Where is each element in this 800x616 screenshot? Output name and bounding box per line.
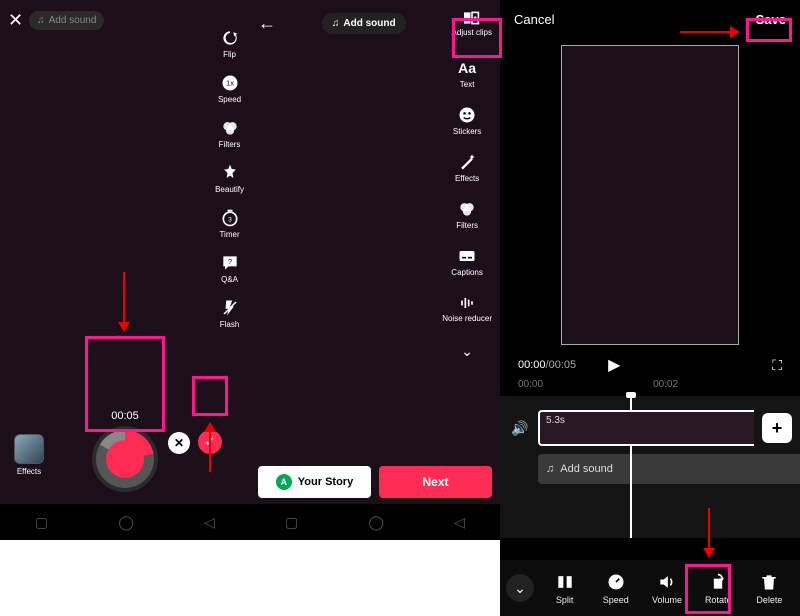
nav-recent-icon[interactable]: ▢: [35, 514, 48, 531]
nav-back-icon[interactable]: ◁: [454, 514, 465, 531]
time-current: 00:00: [518, 359, 546, 371]
delete-button[interactable]: Delete: [745, 572, 794, 605]
android-navbar: ▢ ◯ ◁: [250, 504, 500, 540]
effects-icon: [457, 152, 477, 172]
nav-recent-icon[interactable]: ▢: [285, 514, 298, 531]
qa-icon: ?: [220, 253, 240, 273]
ruler-tick: 00:00: [518, 379, 543, 390]
speed-icon: 1x: [220, 73, 240, 93]
rotate-button[interactable]: Rotate: [694, 572, 743, 605]
beautify-icon: [220, 163, 240, 183]
record-timer: 00:05: [111, 410, 139, 422]
save-button[interactable]: Save: [756, 12, 786, 27]
split-icon: [555, 572, 575, 592]
add-sound-button[interactable]: ♫ Add sound: [29, 11, 104, 30]
volume-button[interactable]: Volume: [642, 572, 691, 605]
close-icon[interactable]: ✕: [8, 10, 23, 31]
filters-icon: [457, 199, 477, 219]
avatar: A: [276, 474, 292, 490]
add-sound-track[interactable]: ♫ Add sound: [538, 454, 800, 484]
next-button[interactable]: Next: [379, 466, 492, 498]
edit-screen: ← ♫ Add sound Adjust clips Aa Text Stick…: [250, 0, 500, 540]
flip-button[interactable]: Flip: [220, 28, 240, 59]
cancel-button[interactable]: Cancel: [514, 12, 554, 27]
volume-icon[interactable]: 🔊: [510, 420, 530, 437]
captions-icon: [457, 246, 477, 266]
record-screen: ✕ ♫ Add sound Flip 1x Speed Filters Beau…: [0, 0, 250, 540]
text-button[interactable]: Aa Text: [457, 58, 477, 89]
stickers-icon: [457, 105, 477, 125]
music-note-icon: ♫: [37, 15, 45, 26]
play-icon[interactable]: ▶: [608, 355, 620, 375]
rotate-icon: [708, 572, 728, 592]
time-total: 00:05: [549, 359, 577, 371]
speed-button[interactable]: Speed: [591, 572, 640, 605]
timeline[interactable]: 🔊 5.3s + ♫ Add sound: [500, 396, 800, 538]
filters-button[interactable]: Filters: [219, 118, 241, 149]
stickers-button[interactable]: Stickers: [453, 105, 481, 136]
effects-button[interactable]: Effects: [455, 152, 479, 183]
add-sound-label: Add sound: [49, 15, 97, 26]
text-icon: Aa: [457, 58, 477, 78]
flip-icon: [220, 28, 240, 48]
timer-button[interactable]: 3 Timer: [219, 208, 239, 239]
filters-icon: [220, 118, 240, 138]
nav-back-icon[interactable]: ◁: [204, 514, 215, 531]
discard-clip-button[interactable]: ✕: [168, 432, 190, 454]
flash-icon: [220, 298, 240, 318]
add-sound-button[interactable]: ♫ Add sound: [322, 13, 406, 34]
svg-text:?: ?: [227, 257, 231, 266]
back-icon[interactable]: ←: [258, 13, 276, 34]
fullscreen-icon[interactable]: ⛶: [772, 357, 782, 374]
android-navbar: ▢ ◯ ◁: [0, 504, 250, 540]
music-note-icon: ♫: [332, 18, 340, 29]
clip-tools-bar: ⌄ Split Speed Volume Rotate Delete: [500, 560, 800, 616]
clip-preview: [561, 45, 739, 345]
record-button[interactable]: [92, 426, 158, 492]
adjust-clips-button[interactable]: Adjust clips: [452, 10, 492, 37]
flash-button[interactable]: Flash: [220, 298, 240, 329]
filters-button[interactable]: Filters: [456, 199, 478, 230]
chevron-down-icon[interactable]: ⌄: [461, 343, 473, 360]
music-note-icon: ♫: [546, 463, 554, 475]
nav-home-icon[interactable]: ◯: [368, 514, 384, 531]
adjust-clips-screen: Cancel Save 00:00/00:05 ▶ ⛶ 00:00 00:02 …: [500, 0, 800, 616]
speed-button[interactable]: 1x Speed: [218, 73, 241, 104]
captions-button[interactable]: Captions: [451, 246, 483, 277]
qa-button[interactable]: ? Q&A: [220, 253, 240, 284]
your-story-button[interactable]: A Your Story: [258, 466, 371, 498]
video-clip-segment[interactable]: 5.3s: [538, 410, 754, 446]
confirm-button[interactable]: ✓: [198, 430, 222, 454]
timer-icon: 3: [220, 208, 240, 228]
speed-icon: [606, 572, 626, 592]
volume-icon: [657, 572, 677, 592]
ruler-tick: 00:02: [653, 379, 678, 390]
record-tools-sidebar: Flip 1x Speed Filters Beautify 3 Timer ?…: [215, 28, 244, 329]
svg-text:1x: 1x: [226, 79, 234, 88]
nav-home-icon[interactable]: ◯: [118, 514, 134, 531]
add-clip-button[interactable]: +: [762, 413, 792, 443]
collapse-button[interactable]: ⌄: [506, 574, 534, 602]
edit-tools-sidebar: Aa Text Stickers Effects Filters Caption…: [442, 58, 492, 360]
adjust-clips-icon: [462, 10, 482, 26]
beautify-button[interactable]: Beautify: [215, 163, 244, 194]
noise-reducer-icon: [457, 293, 477, 313]
noise-reducer-button[interactable]: Noise reducer: [442, 293, 492, 323]
svg-text:3: 3: [228, 216, 232, 223]
split-button[interactable]: Split: [540, 572, 589, 605]
delete-icon: [759, 572, 779, 592]
